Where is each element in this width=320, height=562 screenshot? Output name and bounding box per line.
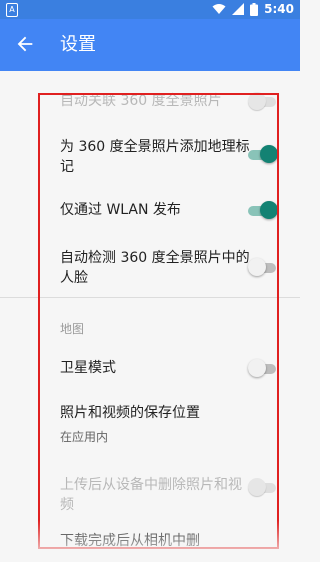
app-bar: 设置 (0, 19, 300, 71)
setting-delete-after-download[interactable]: 下载完成后从相机中删 (0, 526, 300, 556)
setting-wlan-only[interactable]: 仅通过 WLAN 发布 (0, 196, 300, 226)
setting-value: 在应用内 (60, 430, 109, 444)
clock: 5:40 (264, 2, 294, 16)
page-title: 设置 (60, 34, 96, 55)
setting-auto-link-360[interactable]: 自动关联 360 度全景照片 (0, 87, 300, 117)
toggle-switch[interactable] (248, 257, 278, 277)
settings-list: 自动关联 360 度全景照片 为 360 度全景照片添加地理标记 仅通过 WLA… (0, 71, 300, 562)
setting-delete-after-upload[interactable]: 上传后从设备中删除照片和视频 (0, 471, 300, 513)
setting-label: 仅通过 WLAN 发布 (60, 202, 181, 218)
setting-satellite-mode[interactable]: 卫星模式 (0, 353, 300, 383)
setting-label: 照片和视频的保存位置 (60, 405, 200, 421)
battery-icon (250, 2, 259, 16)
notification-icon: A (6, 3, 18, 17)
toggle-switch[interactable] (248, 477, 278, 497)
status-icons: 5:40 (212, 2, 294, 16)
setting-label: 为 360 度全景照片添加地理标记 (60, 139, 250, 175)
wifi-icon (212, 4, 226, 14)
section-header-map: 地图 (60, 322, 85, 336)
back-arrow-icon[interactable] (14, 33, 36, 55)
setting-label: 下载完成后从相机中删 (60, 533, 200, 549)
setting-label: 自动关联 360 度全景照片 (60, 93, 222, 109)
section-divider (0, 297, 300, 298)
toggle-switch[interactable] (248, 144, 278, 164)
setting-label: 自动检测 360 度全景照片中的人脸 (60, 250, 250, 286)
toggle-switch[interactable] (248, 91, 278, 111)
toggle-switch[interactable] (248, 358, 278, 378)
setting-label: 上传后从设备中删除照片和视频 (60, 477, 242, 513)
toggle-switch[interactable] (248, 200, 278, 220)
setting-geotag-360[interactable]: 为 360 度全景照片添加地理标记 (0, 131, 300, 181)
setting-storage-location[interactable]: 照片和视频的保存位置 在应用内 (0, 401, 300, 447)
setting-face-detect[interactable]: 自动检测 360 度全景照片中的人脸 (0, 243, 300, 293)
setting-label: 卫星模式 (60, 360, 116, 376)
status-bar: A 5:40 (0, 0, 300, 19)
signal-icon (232, 3, 245, 15)
